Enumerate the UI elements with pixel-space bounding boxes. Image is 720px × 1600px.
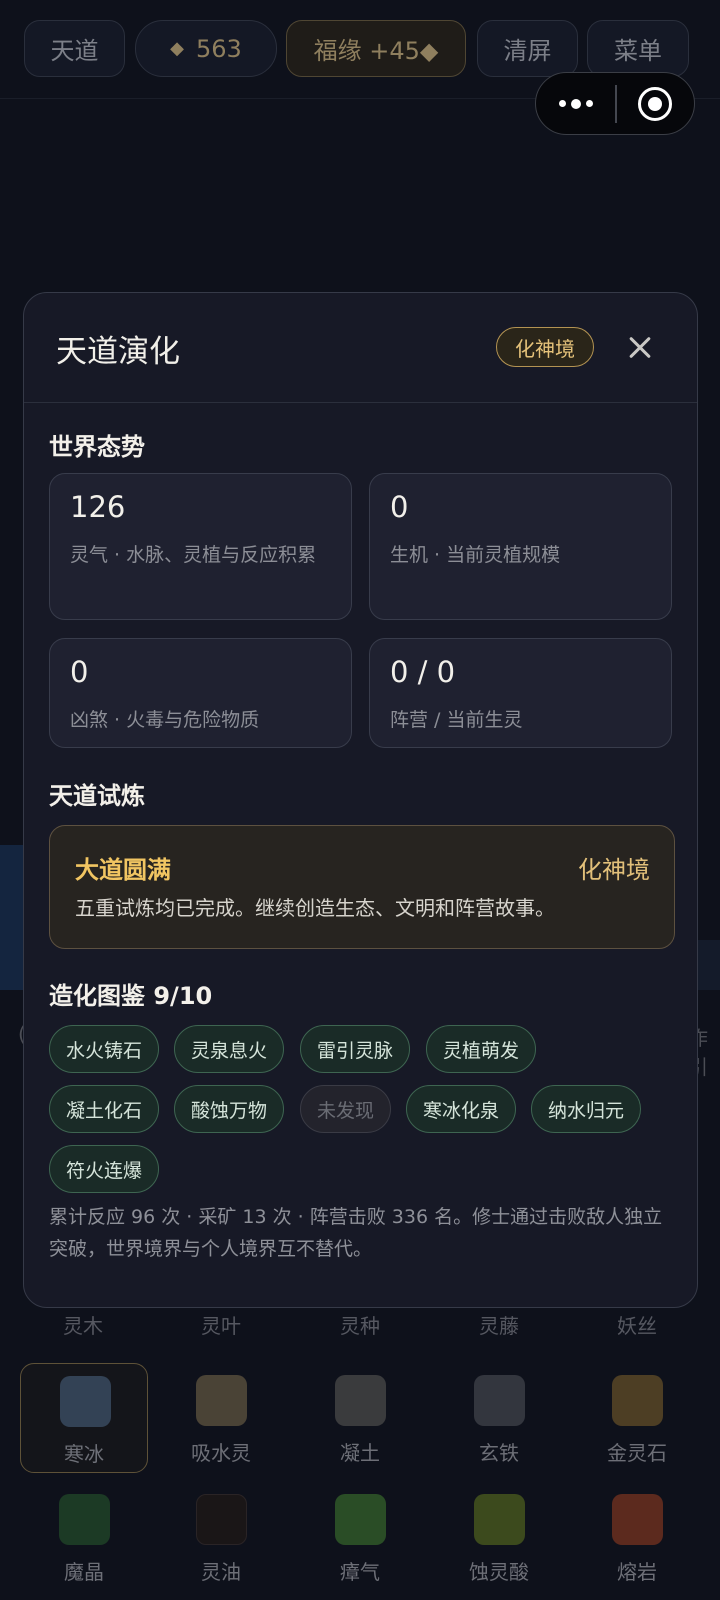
material-label: 金灵石 <box>607 1441 667 1465</box>
codex-chip[interactable]: 水火铸石 <box>49 1025 160 1073</box>
material-item-acid[interactable]: 蚀灵酸 <box>435 1482 563 1592</box>
material-swatch <box>612 1494 663 1545</box>
stat-desc: 凶煞 · 火毒与危险物质 <box>70 709 260 731</box>
stat-card-vitality: 0 生机 · 当前灵植规模 <box>369 473 672 620</box>
target-circle-icon <box>638 86 673 121</box>
modal-title: 天道演化 <box>56 334 180 370</box>
material-swatch <box>196 1375 247 1426</box>
stat-value: 0 / 0 <box>390 655 456 689</box>
clear-screen-label: 清屏 <box>503 37 552 65</box>
material-label: 熔岩 <box>617 1560 657 1584</box>
gem-count: 563 <box>196 34 242 63</box>
material-item-earth[interactable]: 凝土 <box>296 1363 424 1473</box>
material-swatch <box>335 1494 386 1545</box>
palette-label: 灵木 <box>63 1314 103 1338</box>
codex-section-title: 造化图鉴 9/10 <box>49 982 213 1010</box>
material-swatch <box>474 1494 525 1545</box>
material-label: 吸水灵 <box>191 1441 251 1465</box>
palette-label: 妖丝 <box>617 1314 657 1338</box>
material-item-gold-stone[interactable]: 金灵石 <box>573 1363 701 1473</box>
codex-chip[interactable]: 纳水归元 <box>531 1085 642 1133</box>
trial-realm: 化神境 <box>578 856 650 884</box>
codex-chip[interactable]: 酸蚀万物 <box>174 1085 285 1133</box>
fortune-label: 福缘 +45◆ <box>313 37 439 65</box>
codex-chip[interactable]: 符火连爆 <box>49 1145 160 1193</box>
tiandao-label: 天道 <box>50 37 99 65</box>
material-item-water-absorb[interactable]: 吸水灵 <box>157 1363 285 1473</box>
background-tile <box>698 940 720 990</box>
game-screen: 天道 ◆ 563 福缘 +45◆ 清屏 菜单 ( 作引 灵木 灵叶 灵种 灵藤 … <box>0 0 720 1600</box>
more-options-icon[interactable] <box>536 73 615 134</box>
material-item-spirit-oil[interactable]: 灵油 <box>157 1482 285 1592</box>
material-label: 凝土 <box>340 1441 380 1465</box>
material-row: 寒冰 吸水灵 凝土 玄铁 金灵石 <box>0 1363 720 1473</box>
stat-value: 0 <box>70 655 89 689</box>
background-water-area <box>0 845 24 990</box>
material-item-iron[interactable]: 玄铁 <box>435 1363 563 1473</box>
codex-chip[interactable]: 灵植萌发 <box>426 1025 537 1073</box>
codex-chip[interactable]: 灵泉息火 <box>174 1025 285 1073</box>
material-swatch <box>196 1494 247 1545</box>
palette-label: 灵藤 <box>479 1314 519 1338</box>
material-label: 魔晶 <box>64 1560 104 1584</box>
codex-chip[interactable]: 寒冰化泉 <box>406 1085 517 1133</box>
tiandao-button[interactable]: 天道 <box>24 20 125 77</box>
material-item-magic-crystal[interactable]: 魔晶 <box>20 1482 148 1592</box>
material-swatch <box>612 1375 663 1426</box>
palette-label: 灵种 <box>340 1314 380 1338</box>
material-swatch <box>335 1375 386 1426</box>
stat-desc: 生机 · 当前灵植规模 <box>390 544 561 566</box>
close-icon[interactable] <box>624 331 656 363</box>
top-bar: 天道 ◆ 563 福缘 +45◆ 清屏 菜单 <box>24 20 720 78</box>
trial-desc: 五重试炼均已完成。继续创造生态、文明和阵营故事。 <box>75 896 555 920</box>
codex-chip-locked: 未发现 <box>300 1085 392 1133</box>
stat-desc: 灵气 · 水脉、灵植与反应积累 <box>70 544 317 566</box>
material-item-ice[interactable]: 寒冰 <box>20 1363 148 1473</box>
close-miniprogram-button[interactable] <box>617 86 695 121</box>
clear-screen-button[interactable]: 清屏 <box>477 20 578 77</box>
material-swatch <box>474 1375 525 1426</box>
material-row: 魔晶 灵油 瘴气 蚀灵酸 熔岩 <box>0 1482 720 1592</box>
stat-desc: 阵营 / 当前生灵 <box>390 709 523 731</box>
stat-card-danger: 0 凶煞 · 火毒与危险物质 <box>49 638 352 748</box>
stat-value: 126 <box>70 490 126 524</box>
material-item-miasma[interactable]: 瘴气 <box>296 1482 424 1592</box>
codex-chip[interactable]: 雷引灵脉 <box>300 1025 411 1073</box>
stats-footer: 累计反应 96 次 · 采矿 13 次 · 阵营击败 336 名。修士通过击败敌… <box>49 1206 663 1260</box>
material-label: 寒冰 <box>64 1442 104 1466</box>
material-swatch <box>60 1376 111 1427</box>
diamond-icon: ◆ <box>170 38 185 59</box>
world-section-title: 世界态势 <box>49 433 145 461</box>
stat-card-qi: 126 灵气 · 水脉、灵植与反应积累 <box>49 473 352 620</box>
realm-badge: 化神境 <box>496 327 594 367</box>
trial-name: 大道圆满 <box>75 856 171 884</box>
menu-label: 菜单 <box>614 37 662 65</box>
stat-value: 0 <box>390 490 409 524</box>
stat-card-faction: 0 / 0 阵营 / 当前生灵 <box>369 638 672 748</box>
fortune-button[interactable]: 福缘 +45◆ <box>286 20 466 77</box>
material-swatch <box>59 1494 110 1545</box>
material-label: 瘴气 <box>340 1560 380 1584</box>
miniprogram-capsule <box>535 72 695 135</box>
evolution-modal: 天道演化 化神境 世界态势 126 灵气 · 水脉、灵植与反应积累 0 生机 ·… <box>23 292 698 1308</box>
modal-header: 天道演化 化神境 <box>24 293 697 403</box>
codex-chip[interactable]: 凝土化石 <box>49 1085 160 1133</box>
menu-button[interactable]: 菜单 <box>587 20 689 77</box>
gem-counter[interactable]: ◆ 563 <box>135 20 277 77</box>
material-label: 玄铁 <box>479 1441 519 1465</box>
trial-card: 大道圆满 化神境 五重试炼均已完成。继续创造生态、文明和阵营故事。 <box>49 825 675 949</box>
material-label: 灵油 <box>201 1560 241 1584</box>
trial-section-title: 天道试炼 <box>49 782 145 810</box>
material-item-lava[interactable]: 熔岩 <box>573 1482 701 1592</box>
material-label: 蚀灵酸 <box>469 1560 529 1584</box>
palette-label: 灵叶 <box>201 1314 241 1338</box>
